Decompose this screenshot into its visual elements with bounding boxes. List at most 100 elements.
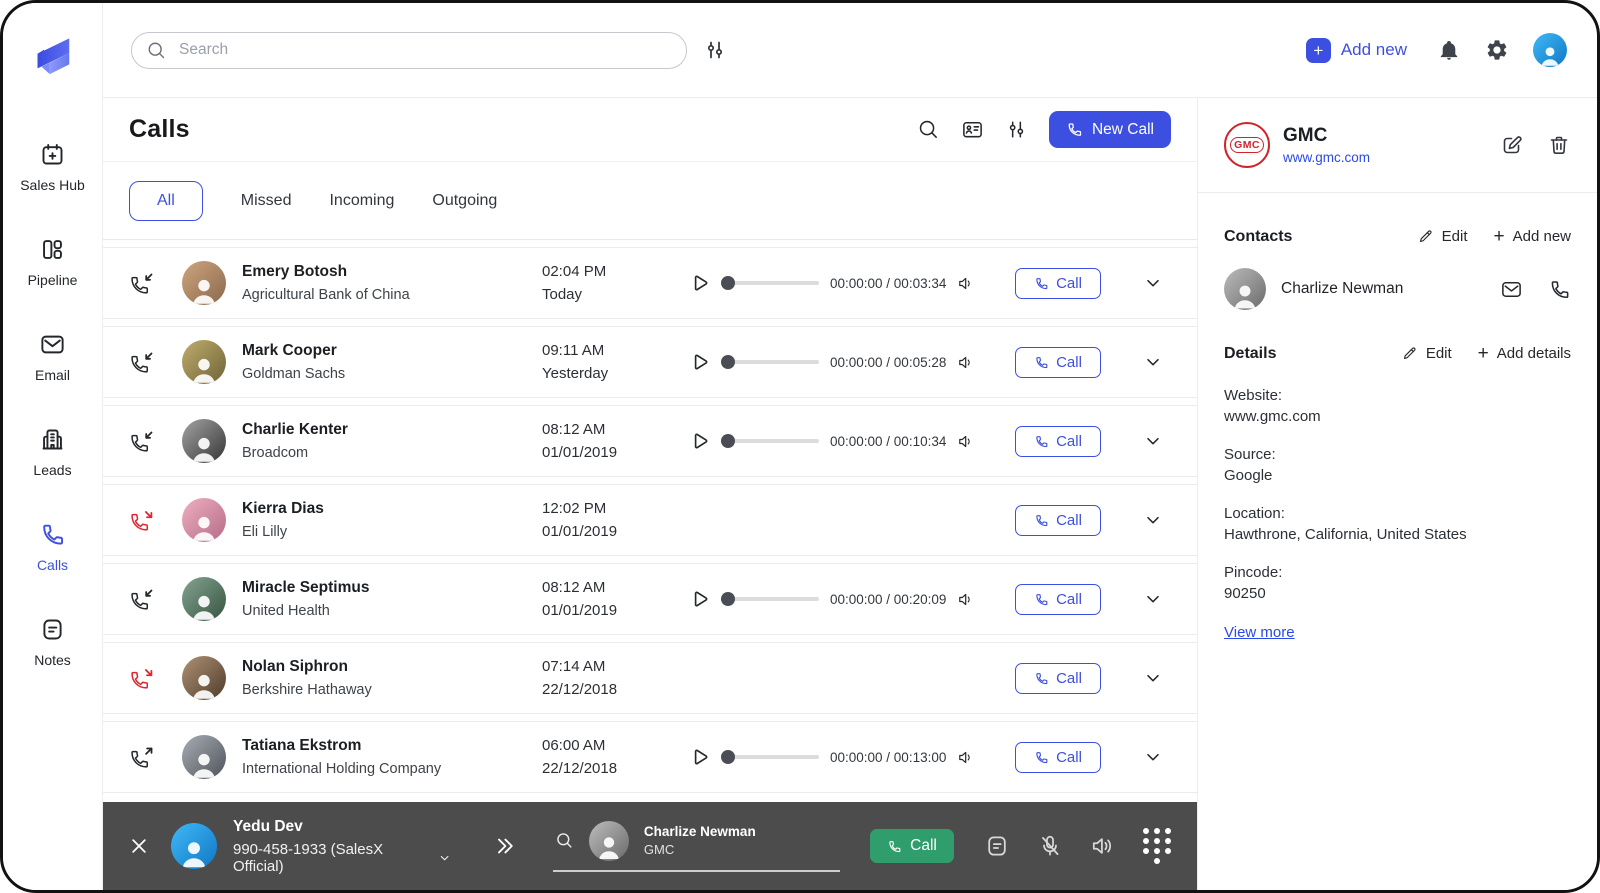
caller-company: Berkshire Hathaway bbox=[242, 682, 372, 698]
sidebar-item-calls[interactable]: Calls bbox=[37, 521, 68, 573]
playback-slider[interactable] bbox=[721, 592, 819, 606]
call-row[interactable]: Emery Botosh Agricultural Bank of China … bbox=[103, 247, 1197, 319]
slider-knob[interactable] bbox=[721, 750, 735, 764]
speaker-icon[interactable] bbox=[957, 353, 976, 372]
pencil-icon bbox=[1417, 228, 1434, 245]
sidebar-item-email[interactable]: Email bbox=[35, 331, 70, 383]
notifications-bell-icon[interactable] bbox=[1437, 38, 1461, 62]
call-row[interactable]: Miracle Septimus United Health 08:12 AM … bbox=[103, 563, 1197, 635]
calendar-plus-icon bbox=[39, 141, 66, 168]
chevron-down-icon[interactable] bbox=[1143, 747, 1163, 767]
edit-contacts-button[interactable]: Edit bbox=[1417, 228, 1468, 245]
chevron-down-icon[interactable] bbox=[1143, 668, 1163, 688]
sidebar-item-sales-hub[interactable]: Sales Hub bbox=[20, 141, 85, 193]
callee-avatar bbox=[588, 820, 629, 861]
sidebar-item-pipeline[interactable]: Pipeline bbox=[28, 236, 77, 288]
call-button[interactable]: Call bbox=[1015, 741, 1101, 773]
calls-tabs: All Missed Incoming Outgoing bbox=[103, 162, 1197, 240]
playback-slider[interactable] bbox=[721, 355, 819, 369]
tab-incoming[interactable]: Incoming bbox=[329, 192, 394, 210]
company-website-link[interactable]: www.gmc.com bbox=[1283, 150, 1370, 165]
app-logo[interactable] bbox=[27, 31, 79, 83]
agent-line-selector[interactable]: 990-458-1933 (SalesX Official) bbox=[233, 841, 451, 875]
call-button[interactable]: Call bbox=[1015, 425, 1101, 457]
caller-name: Mark Cooper bbox=[242, 342, 337, 359]
chevron-down-icon[interactable] bbox=[1143, 273, 1163, 293]
search-icon[interactable] bbox=[917, 118, 940, 141]
playback-slider[interactable] bbox=[721, 434, 819, 448]
edit-square-icon[interactable] bbox=[1500, 133, 1524, 157]
slider-knob[interactable] bbox=[721, 434, 735, 448]
play-button[interactable] bbox=[688, 588, 710, 610]
sidebar-item-leads[interactable]: Leads bbox=[33, 426, 72, 478]
call-button[interactable]: Call bbox=[1015, 504, 1101, 536]
speaker-icon[interactable] bbox=[1090, 833, 1116, 859]
chevron-down-icon[interactable] bbox=[1143, 510, 1163, 530]
call-time: 02:04 PM Today bbox=[542, 263, 607, 303]
new-call-button[interactable]: New Call bbox=[1048, 111, 1171, 148]
call-row[interactable]: Nolan Siphron Berkshire Hathaway 07:14 A… bbox=[103, 642, 1197, 714]
contact-avatar bbox=[1224, 268, 1266, 310]
close-icon[interactable] bbox=[129, 836, 149, 856]
call-button[interactable]: Call bbox=[1015, 267, 1101, 299]
call-button[interactable]: Call bbox=[1015, 662, 1101, 694]
contact-row[interactable]: Charlize Newman bbox=[1224, 268, 1571, 310]
settings-gear-icon[interactable] bbox=[1485, 38, 1509, 62]
play-button[interactable] bbox=[688, 351, 710, 373]
playback-time: 00:00:00 / 00:03:34 bbox=[830, 275, 947, 291]
add-new-button[interactable]: Add new bbox=[1300, 37, 1413, 64]
slider-knob[interactable] bbox=[721, 355, 735, 369]
add-contact-button[interactable]: Add new bbox=[1494, 227, 1571, 246]
chevron-down-icon[interactable] bbox=[1143, 352, 1163, 372]
search-filter-icon[interactable] bbox=[703, 38, 727, 62]
bar-call-button[interactable]: Call bbox=[869, 829, 954, 863]
playback-slider[interactable] bbox=[721, 750, 819, 764]
contact-card-icon[interactable] bbox=[961, 118, 984, 141]
add-details-button[interactable]: Add details bbox=[1478, 344, 1571, 363]
avatar bbox=[182, 419, 226, 463]
plus-icon bbox=[1478, 344, 1489, 363]
notes-icon[interactable] bbox=[984, 833, 1010, 859]
dialpad-icon[interactable] bbox=[1143, 828, 1171, 864]
app-window: Sales Hub Pipeline Email Leads Calls Not… bbox=[0, 0, 1600, 893]
chevron-down-icon[interactable] bbox=[1143, 431, 1163, 451]
caller-company: International Holding Company bbox=[242, 761, 442, 777]
call-row[interactable]: Mark Cooper Goldman Sachs 09:11 AM Yeste… bbox=[103, 326, 1197, 398]
tab-missed[interactable]: Missed bbox=[241, 192, 292, 210]
mic-muted-icon[interactable] bbox=[1037, 833, 1063, 859]
envelope-icon[interactable] bbox=[1500, 278, 1523, 301]
speaker-icon[interactable] bbox=[957, 432, 976, 451]
callee-company: GMC bbox=[643, 842, 675, 857]
slider-knob[interactable] bbox=[721, 276, 735, 290]
speaker-icon[interactable] bbox=[957, 748, 976, 767]
tab-all[interactable]: All bbox=[129, 180, 203, 221]
play-button[interactable] bbox=[688, 746, 710, 768]
playback-slider[interactable] bbox=[721, 276, 819, 290]
caller-info: Kierra Dias Eli Lilly bbox=[242, 500, 542, 540]
sidebar-item-notes[interactable]: Notes bbox=[34, 616, 71, 668]
slider-knob[interactable] bbox=[721, 592, 735, 606]
global-search-input[interactable] bbox=[177, 40, 672, 60]
avatar bbox=[182, 656, 226, 700]
call-button[interactable]: Call bbox=[1015, 583, 1101, 615]
user-avatar[interactable] bbox=[1533, 33, 1567, 67]
trash-icon[interactable] bbox=[1547, 133, 1571, 157]
missed-call-icon bbox=[129, 665, 156, 692]
play-button[interactable] bbox=[688, 430, 710, 452]
speaker-icon[interactable] bbox=[957, 590, 976, 609]
view-more-link[interactable]: View more bbox=[1224, 624, 1295, 641]
speaker-icon[interactable] bbox=[957, 274, 976, 293]
phone-icon[interactable] bbox=[1548, 278, 1571, 301]
edit-details-button[interactable]: Edit bbox=[1401, 345, 1452, 362]
tab-outgoing[interactable]: Outgoing bbox=[432, 192, 497, 210]
call-row[interactable]: Tatiana Ekstrom International Holding Co… bbox=[103, 721, 1197, 793]
sidebar-item-label: Sales Hub bbox=[20, 177, 85, 193]
play-button[interactable] bbox=[688, 272, 710, 294]
double-chevron-icon[interactable] bbox=[493, 835, 515, 857]
callee-search[interactable]: Charlize Newman GMC bbox=[552, 820, 840, 872]
filter-sliders-icon[interactable] bbox=[1005, 118, 1028, 141]
call-row[interactable]: Kierra Dias Eli Lilly 12:02 PM 01/01/201… bbox=[103, 484, 1197, 556]
call-row[interactable]: Charlie Kenter Broadcom 08:12 AM 01/01/2… bbox=[103, 405, 1197, 477]
chevron-down-icon[interactable] bbox=[1143, 589, 1163, 609]
call-button[interactable]: Call bbox=[1015, 346, 1101, 378]
